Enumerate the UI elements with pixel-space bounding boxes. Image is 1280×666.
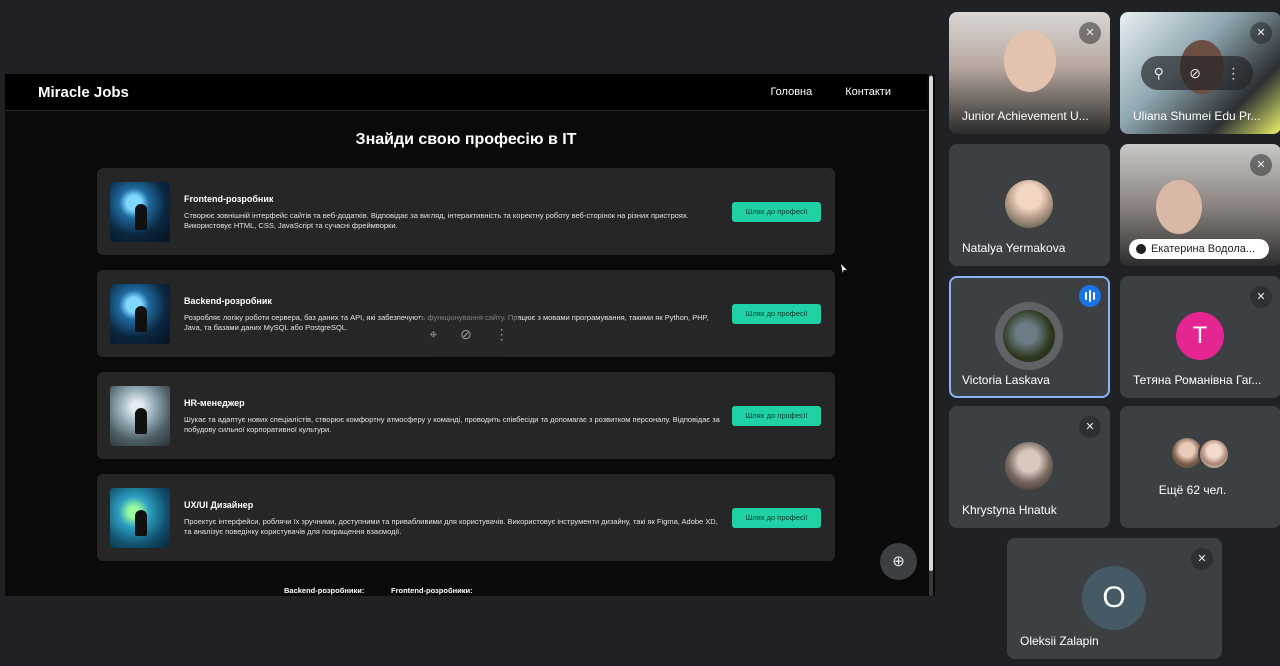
card-image bbox=[110, 182, 170, 242]
participant-tile[interactable]: O ✕ Oleksii Zalapin bbox=[1007, 538, 1222, 659]
participant-name: Victoria Laskava bbox=[962, 373, 1050, 387]
card-title: UX/UI Дизайнер bbox=[184, 500, 254, 510]
scrollbar-thumb[interactable] bbox=[929, 76, 933, 571]
card-description: Шукає та адаптує нових спеціалістів, ств… bbox=[184, 415, 720, 434]
shared-screen: Miracle Jobs Головна Контакти Знайди сво… bbox=[5, 74, 935, 596]
card-image bbox=[110, 386, 170, 446]
profession-card: UX/UI Дизайнер Проектує інтерфейси, робл… bbox=[97, 474, 835, 561]
participant-tile-active[interactable]: Victoria Laskava bbox=[949, 276, 1110, 398]
speaking-indicator-icon bbox=[1079, 285, 1101, 307]
participant-name: Oleksii Zalapin bbox=[1020, 634, 1099, 648]
avatar-letter: O bbox=[1082, 566, 1146, 630]
participant-tile[interactable]: Natalya Yermakova bbox=[949, 144, 1110, 266]
participant-tile[interactable]: ✕ Junior Achievement U... bbox=[949, 12, 1110, 134]
career-path-button[interactable]: Шлях до професії bbox=[732, 304, 821, 324]
more-vert-icon[interactable]: ⋮ bbox=[1226, 65, 1240, 82]
mute-icon[interactable]: ⊘ bbox=[1189, 65, 1201, 82]
site-logo[interactable]: Miracle Jobs bbox=[38, 84, 129, 101]
nav-contacts[interactable]: Контакти bbox=[845, 86, 891, 98]
participant-name: Junior Achievement U... bbox=[962, 109, 1089, 123]
card-title: Backend-розробник bbox=[184, 296, 272, 306]
career-path-button[interactable]: Шлях до професії bbox=[732, 508, 821, 528]
mic-off-icon: ✕ bbox=[1079, 22, 1101, 44]
more-vert-icon[interactable]: ⋮ bbox=[495, 326, 509, 343]
career-path-button[interactable]: Шлях до професії bbox=[732, 406, 821, 426]
card-description: Проектує інтерфейси, роблячи їх зручними… bbox=[184, 517, 718, 536]
participant-video bbox=[1156, 180, 1202, 234]
participant-name: Khrystyna Hnatuk bbox=[962, 503, 1057, 517]
presenter-tile-controls: ⌖ ⊘ ⋮ bbox=[412, 314, 526, 354]
more-participants-tile[interactable]: Ещё 62 чел. bbox=[1120, 406, 1280, 528]
pin-icon[interactable]: ⚲ bbox=[1154, 65, 1164, 82]
mic-off-icon: ✕ bbox=[1250, 286, 1272, 308]
mute-icon[interactable]: ⊘ bbox=[460, 326, 472, 343]
card-description: Створює зовнішній інтерфейс сайтів та ве… bbox=[184, 211, 689, 230]
nav-home[interactable]: Головна bbox=[770, 86, 812, 98]
mic-off-icon: ✕ bbox=[1250, 22, 1272, 44]
participant-tile[interactable]: ✕ Khrystyna Hnatuk bbox=[949, 406, 1110, 528]
section-label-backend: Backend-розробники: bbox=[284, 586, 365, 595]
participant-tile-controls: ⚲ ⊘ ⋮ bbox=[1141, 56, 1253, 90]
card-image bbox=[110, 284, 170, 344]
profession-card: Frontend-розробник Створює зовнішній інт… bbox=[97, 168, 835, 255]
card-title: Frontend-розробник bbox=[184, 194, 274, 204]
avatar bbox=[1005, 180, 1053, 228]
profession-card: HR-менеджер Шукає та адаптує нових спеці… bbox=[97, 372, 835, 459]
participant-name: Uliana Shumei Edu Pr... bbox=[1133, 109, 1261, 123]
section-label-frontend: Frontend-розробники: bbox=[391, 586, 473, 595]
avatar bbox=[1198, 438, 1230, 470]
more-participants-count: Ещё 62 чел. bbox=[1158, 483, 1227, 497]
participant-name: Тетяна Романівна Гаг... bbox=[1133, 373, 1262, 387]
participant-tile[interactable]: T ✕ Тетяна Романівна Гаг... bbox=[1120, 276, 1280, 398]
participant-name: Natalya Yermakova bbox=[962, 241, 1066, 255]
page-title: Знайди свою професію в IT bbox=[355, 131, 577, 148]
mic-off-icon: ✕ bbox=[1250, 154, 1272, 176]
zoom-in-icon[interactable]: ⊕ bbox=[880, 543, 917, 580]
avatar-letter: T bbox=[1176, 312, 1224, 360]
participant-name: Екатерина Водола... bbox=[1129, 239, 1269, 259]
career-path-button[interactable]: Шлях до професії bbox=[732, 202, 821, 222]
site-header: Miracle Jobs Головна Контакти bbox=[5, 74, 927, 111]
mic-off-icon: ✕ bbox=[1079, 416, 1101, 438]
card-title: HR-менеджер bbox=[184, 398, 245, 408]
participant-video bbox=[1004, 30, 1056, 92]
card-image bbox=[110, 488, 170, 548]
site-nav: Головна Контакти bbox=[770, 86, 891, 98]
avatar bbox=[1005, 442, 1053, 490]
pin-icon[interactable]: ⌖ bbox=[429, 326, 437, 343]
avatar bbox=[1003, 310, 1055, 362]
mouse-cursor-icon bbox=[841, 264, 847, 273]
mic-off-icon: ✕ bbox=[1191, 548, 1213, 570]
participant-tile[interactable]: ✕ Екатерина Водола... bbox=[1120, 144, 1280, 266]
